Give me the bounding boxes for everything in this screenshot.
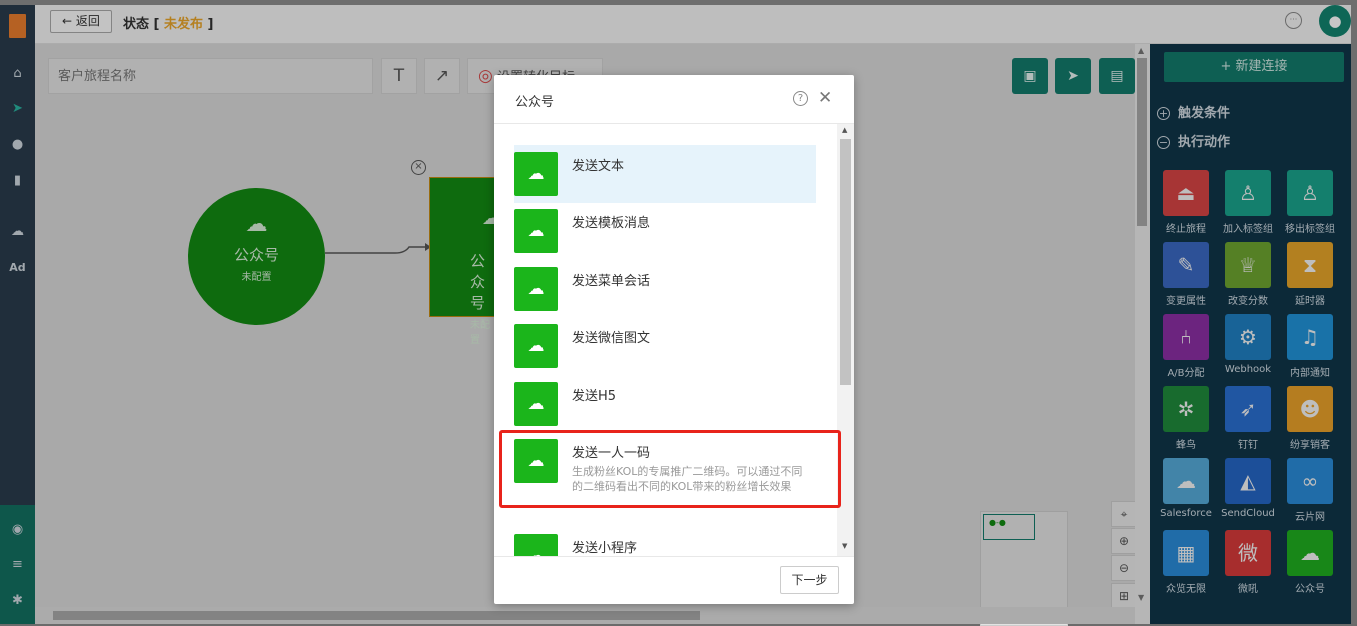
window-frame [0,0,1357,5]
action-list-item[interactable]: ☁ 发送模板消息 [514,202,816,260]
highlight-box [499,430,841,508]
scroll-up-arrow[interactable]: ▲ [842,126,847,134]
action-list-item[interactable]: ☁ 发送H5 [514,375,816,433]
action-list-item[interactable]: ☁ 发送微信图文 [514,317,816,375]
action-list-item[interactable]: ☁ 发送菜单会话 [514,260,816,318]
item-title: 发送模板消息 [572,216,651,231]
action-list-item[interactable]: ☁ 发送小程序 [514,527,816,556]
wechat-icon: ☁ [514,324,558,368]
item-title: 发送H5 [572,389,617,404]
wechat-icon: ☁ [514,209,558,253]
window-frame [1351,0,1357,624]
wechat-action-dialog: 公众号 ? ✕ ☁ 发送文本 ☁ 发送模板消息 ☁ 发送菜单会话 ☁ 发送微信图文 ☁ 发送H5 ☁… [494,75,854,604]
wechat-icon: ☁ [514,382,558,426]
divider [494,556,854,557]
wechat-icon: ☁ [514,152,558,196]
wechat-icon: ☁ [514,534,558,556]
scroll-down-arrow[interactable]: ▼ [842,542,847,550]
item-title: 发送菜单会话 [572,274,651,289]
item-title: 发送小程序 [572,541,638,556]
scroll-thumb[interactable] [840,139,851,385]
help-icon[interactable]: ? [793,91,808,106]
wechat-icon: ☁ [514,267,558,311]
dialog-title: 公众号 [515,95,555,110]
close-icon[interactable]: ✕ [818,88,832,108]
item-title: 发送微信图文 [572,331,651,346]
action-list-item[interactable]: ☁ 发送文本 [514,145,816,203]
next-button[interactable]: 下一步 [780,566,839,594]
item-title: 发送文本 [572,159,625,174]
